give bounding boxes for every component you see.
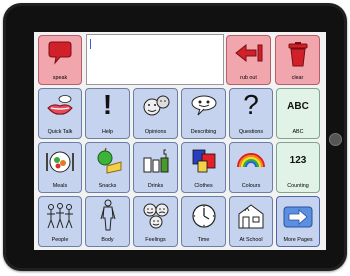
questions-button[interactable]: ? Questions <box>229 88 273 139</box>
school-building-icon <box>230 202 272 230</box>
clear-button[interactable]: clear <box>275 35 320 85</box>
clock-icon <box>182 202 225 230</box>
clothes-button[interactable]: Clothes <box>181 142 226 193</box>
feelings-button[interactable]: Feelings <box>133 196 178 247</box>
numbers-icon: 123 <box>277 155 319 166</box>
describing-button[interactable]: Describing <box>181 88 226 139</box>
arrow-right-icon <box>277 206 319 228</box>
time-label: Time <box>197 236 210 243</box>
meals-label: Meals <box>52 182 68 189</box>
quick-talk-label: Quick Talk <box>47 128 73 135</box>
home-button[interactable] <box>329 133 342 146</box>
drinks-button[interactable]: Drinks <box>133 142 178 193</box>
speak-label: speak <box>52 74 68 81</box>
people-label: People <box>51 236 69 243</box>
people-group-icon <box>39 202 81 230</box>
help-label: Help <box>101 128 114 135</box>
apple-cheese-icon <box>86 148 129 174</box>
snacks-label: Snacks <box>98 182 117 189</box>
abc-glyph: ABC <box>287 101 309 112</box>
speak-button[interactable]: speak <box>38 35 82 85</box>
body-button[interactable]: Body <box>85 196 130 247</box>
body-label: Body <box>101 236 114 243</box>
help-glyph: ! <box>102 89 113 120</box>
meals-button[interactable]: Meals <box>38 142 82 193</box>
speech-bubble-icon <box>39 41 81 65</box>
clear-label: clear <box>291 74 304 81</box>
rub-out-button[interactable]: rub out <box>226 35 271 85</box>
opinions-label: Opinions <box>144 128 167 135</box>
trash-can-icon <box>276 41 319 67</box>
abc-button[interactable]: ABC ABC <box>276 88 320 139</box>
questions-label: Questions <box>238 128 264 135</box>
more-pages-button[interactable]: More Pages <box>276 196 320 247</box>
drinks-label: Drinks <box>147 182 164 189</box>
rub-out-label: rub out <box>240 74 257 81</box>
feelings-label: Feelings <box>145 236 166 243</box>
talking-mouth-icon <box>39 94 81 118</box>
plate-meal-icon <box>39 148 81 174</box>
question-mark-icon: ? <box>230 91 272 119</box>
aac-screen: speak rub out clear Quick Talk ! Help Op… <box>34 32 326 250</box>
quick-talk-button[interactable]: Quick Talk <box>38 88 82 139</box>
describing-label: Describing <box>190 128 217 135</box>
faces-opinions-icon <box>134 94 177 120</box>
opinions-button[interactable]: Opinions <box>133 88 178 139</box>
more-pages-label: More Pages <box>283 236 313 243</box>
body-outline-icon <box>86 199 129 231</box>
faces-feelings-icon <box>134 202 177 230</box>
clothes-label: Clothes <box>194 182 213 189</box>
at-school-label: At School <box>239 236 263 243</box>
help-button[interactable]: ! Help <box>85 88 130 139</box>
snacks-button[interactable]: Snacks <box>85 142 130 193</box>
colours-button[interactable]: Colours <box>229 142 273 193</box>
bottles-cups-icon <box>134 148 177 174</box>
at-school-button[interactable]: At School <box>229 196 273 247</box>
backspace-arrow-icon <box>227 41 270 65</box>
abc-letters-icon: ABC <box>277 101 319 112</box>
counting-button[interactable]: 123 Counting <box>276 142 320 193</box>
rainbow-icon <box>230 152 272 168</box>
speech-face-icon <box>182 94 225 118</box>
message-text-field[interactable] <box>86 34 224 85</box>
time-button[interactable]: Time <box>181 196 226 247</box>
abc-label: ABC <box>292 128 304 135</box>
text-caret <box>90 39 91 49</box>
colours-label: Colours <box>241 182 261 189</box>
exclamation-icon: ! <box>86 91 129 119</box>
people-button[interactable]: People <box>38 196 82 247</box>
counting-glyph: 123 <box>289 155 307 166</box>
counting-label: Counting <box>287 182 309 189</box>
questions-glyph: ? <box>243 89 259 120</box>
clothing-icon <box>182 148 225 174</box>
